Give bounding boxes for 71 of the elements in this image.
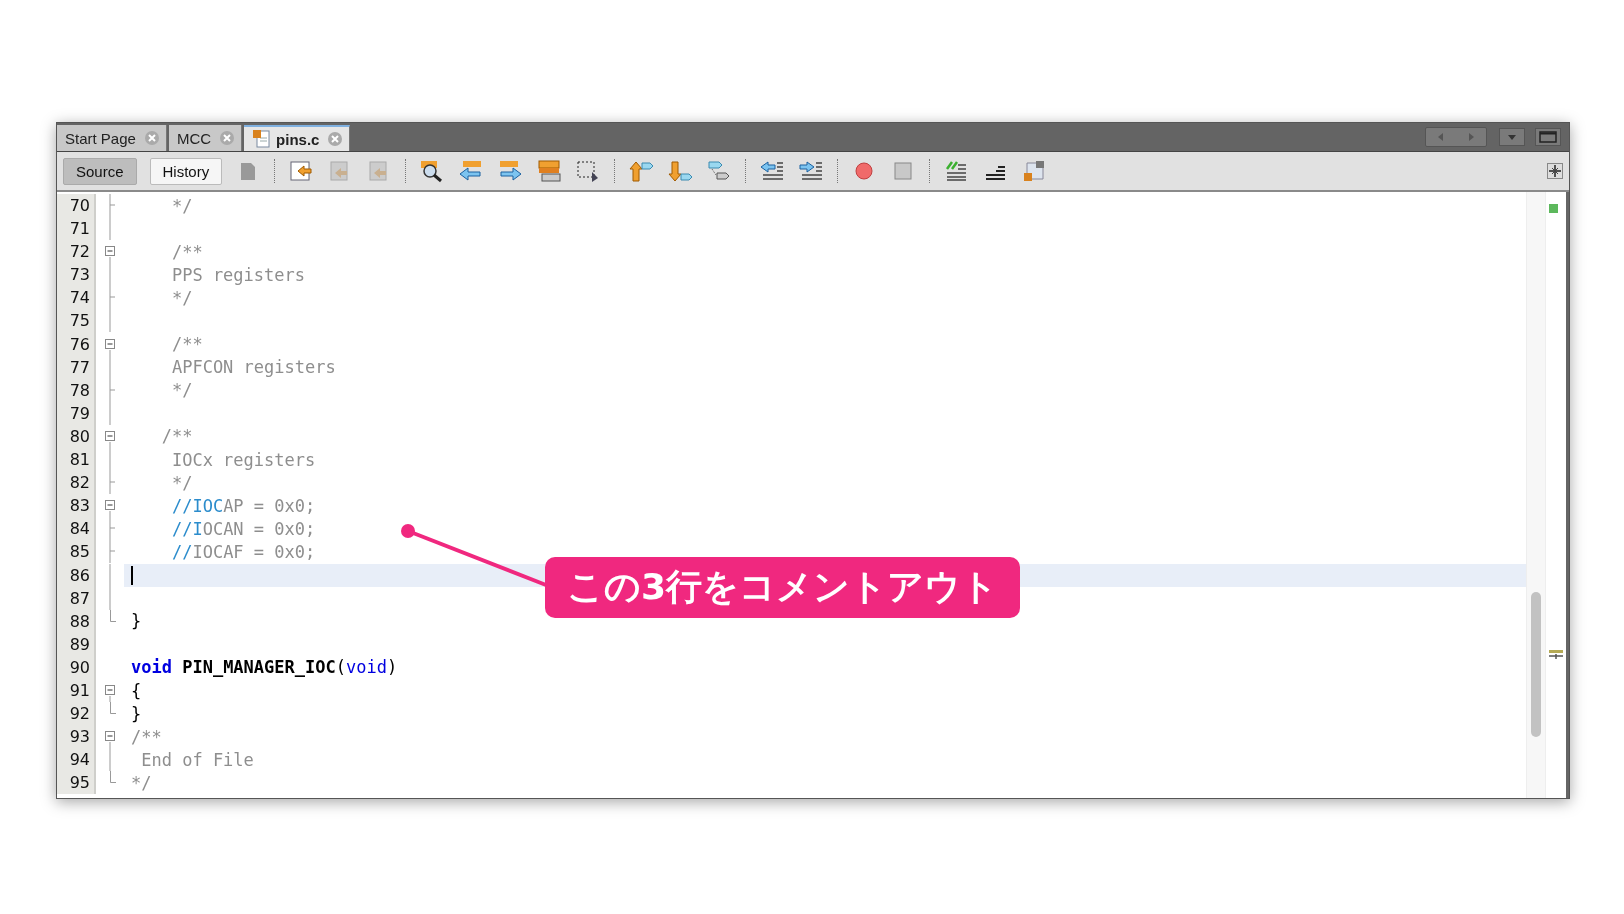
line-number: 87 [57,586,96,610]
find-next-icon[interactable] [497,159,524,183]
line-number: 94 [57,748,96,772]
code-line: } [131,703,142,724]
code-line: /** [170,241,203,262]
line-number: 80 [57,424,96,449]
line-number: 74 [57,286,96,310]
editor-tab[interactable]: pins.c [244,125,351,151]
line-number: 89 [57,632,96,656]
line-number: 85 [57,540,96,564]
code-line: APFCON registers [170,357,336,378]
code-line: } [131,611,142,632]
code-line: PPS registers [170,264,305,285]
line-number: 90 [57,655,96,679]
line-number: 92 [57,702,96,726]
maximize-icon[interactable] [1535,128,1561,146]
annotation-label: この3行をコメントアウト [545,557,1021,618]
view-tab[interactable]: History [149,157,223,185]
status-marker [1549,204,1558,213]
line-number: 72 [57,240,96,264]
tab-label: Start Page [65,129,136,147]
close-icon[interactable] [327,131,344,147]
code-line: IOCx registers [170,449,316,470]
line-number: 82 [57,471,96,495]
line-number: 78 [57,378,96,402]
line-number: 75 [57,309,96,333]
code-line: { [131,680,142,701]
code-line: /** [170,334,203,355]
code-line: //IOCAF = 0x0; [170,541,316,562]
line-number: 71 [57,217,96,241]
editor-tab[interactable]: MCC [168,125,243,151]
caret-position-marker [1548,650,1564,660]
line-number: 81 [57,448,96,472]
code-line: End of File [140,749,254,770]
tab-label: MCC [176,129,212,147]
code-line: /** [160,426,193,447]
jump-icon[interactable] [288,159,315,183]
line-number: 77 [57,355,96,379]
close-icon[interactable] [219,130,236,146]
tab-label: pins.c [276,130,320,148]
code-line: /** [131,726,162,747]
code-line: void PIN_MANAGER_IOC(void) [131,657,398,678]
close-icon[interactable] [143,130,160,146]
line-number: 83 [57,494,96,518]
bookmark-next-icon[interactable] [667,159,694,183]
editor-tab[interactable]: Start Page [57,125,167,151]
expand-icon[interactable] [1547,163,1563,179]
code-line: */ [170,287,193,308]
line-number: 95 [57,771,96,795]
bookmark-previous-icon[interactable] [628,159,655,183]
toggle-highlight-icon[interactable] [536,159,563,183]
code-line: */ [131,772,152,793]
shift-left-icon[interactable] [759,159,786,183]
code-line: */ [170,195,193,216]
code-line: //IOCAP = 0x0; [170,495,316,516]
line-number: 91 [57,678,96,703]
dropdown-icon[interactable] [1499,128,1525,146]
shift-right-icon[interactable] [798,159,825,183]
code-line: //IOCAN = 0x0; [170,518,316,539]
line-number: 88 [57,609,96,633]
line-number: 86 [57,563,96,587]
line-number: 79 [57,401,96,425]
line-number: 93 [57,725,96,749]
line-number: 70 [57,194,96,218]
code-line: */ [170,472,193,493]
line-number: 76 [57,332,96,356]
line-number: 73 [57,263,96,287]
code-line: */ [170,380,193,401]
view-tab[interactable]: Source [63,157,137,185]
line-number: 84 [57,517,96,541]
scrollbar-thumb[interactable] [1531,592,1541,737]
